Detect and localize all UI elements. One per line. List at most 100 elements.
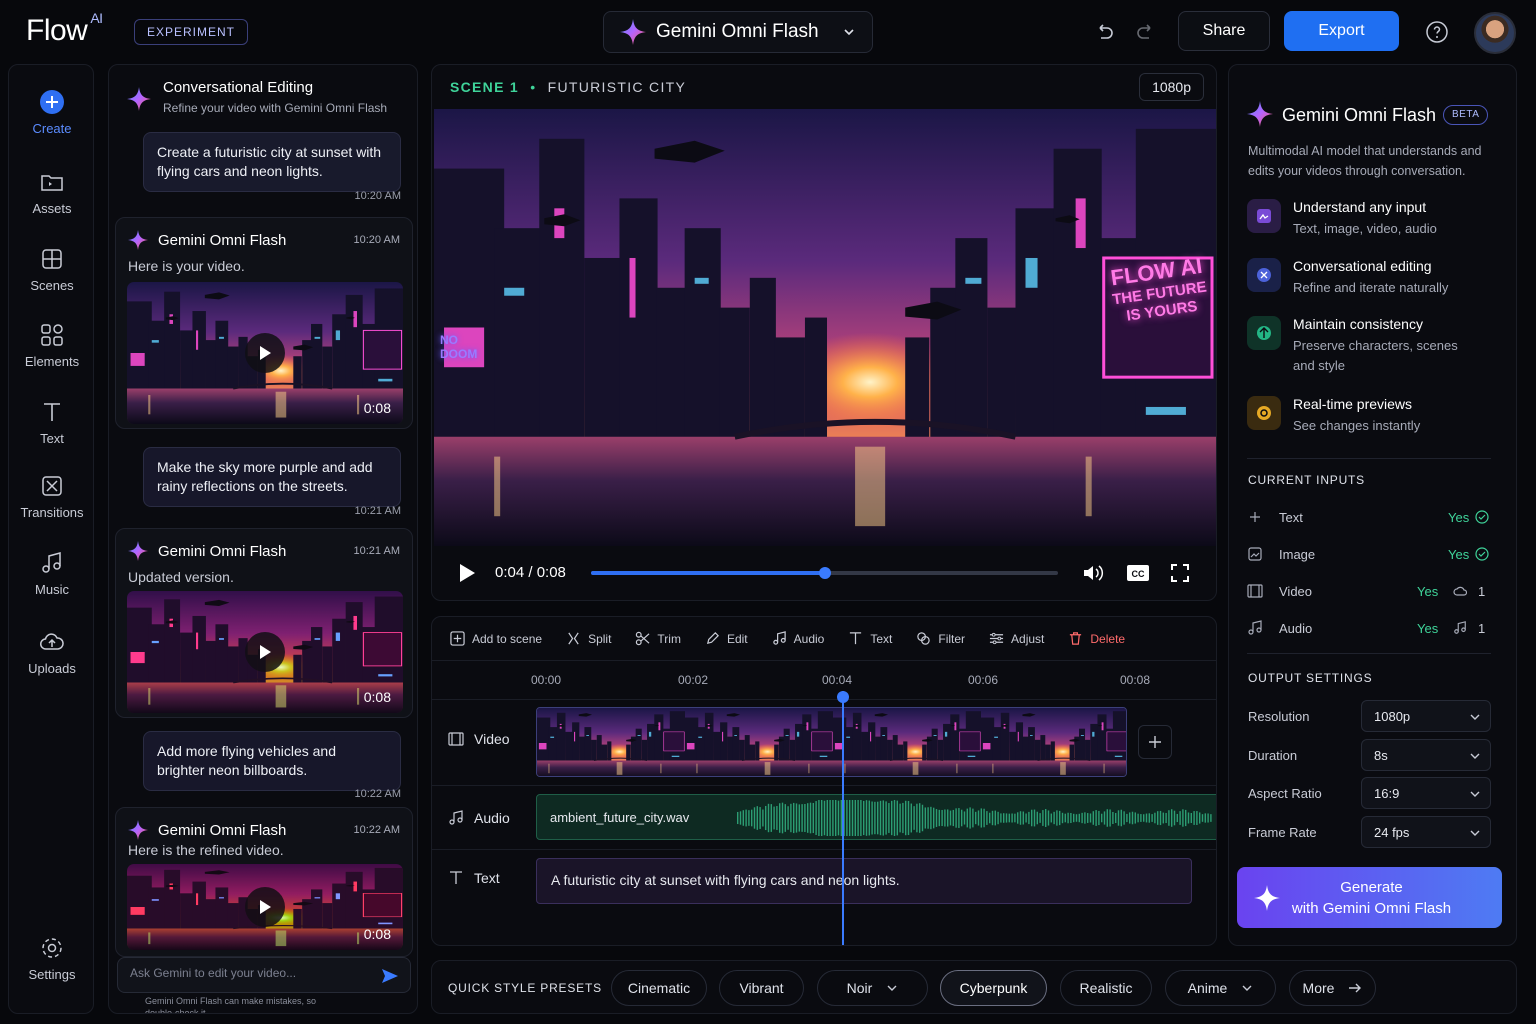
preset-vibrant[interactable]: Vibrant — [719, 970, 804, 1006]
rail-item-label: Create — [32, 121, 72, 136]
play-button[interactable] — [245, 632, 285, 672]
track-name: Video — [474, 731, 510, 747]
ruler-tick: 00:08 — [1120, 673, 1151, 687]
scissors-icon — [636, 631, 650, 646]
gemini-sparkle-icon — [1247, 101, 1273, 127]
add-to-scene-button[interactable]: Add to scene — [450, 631, 542, 646]
add-clip-button[interactable] — [1138, 725, 1172, 759]
delete-button[interactable]: Delete — [1068, 631, 1125, 646]
output-settings-title: OUTPUT SETTINGS — [1248, 671, 1373, 685]
rail-item-text[interactable]: Text — [9, 399, 95, 446]
waveform-bar — [1078, 813, 1080, 823]
export-button[interactable]: Export — [1284, 11, 1399, 51]
edit-button[interactable]: Edit — [705, 631, 748, 646]
adjust-button[interactable]: Adjust — [989, 631, 1044, 646]
play-button[interactable] — [245, 333, 285, 373]
waveform-bar — [1036, 811, 1038, 825]
waveform-bar — [1109, 809, 1111, 827]
volume-button[interactable] — [1082, 563, 1104, 583]
split-button[interactable]: Split — [566, 631, 611, 646]
frame-rate-select[interactable]: 24 fps — [1361, 816, 1491, 848]
video-thumbnail[interactable]: 0:08 — [127, 282, 403, 424]
rail-item-scenes[interactable]: Scenes — [9, 246, 95, 293]
waveform-bar — [790, 803, 792, 833]
send-button[interactable] — [380, 966, 400, 986]
waveform-bar — [1115, 812, 1117, 824]
video-thumbnail[interactable]: 0:08 — [127, 591, 403, 713]
playhead-handle[interactable] — [836, 691, 849, 703]
preset-cinematic[interactable]: Cinematic — [611, 970, 707, 1006]
waveform-bar — [835, 800, 837, 836]
preset-cyberpunk[interactable]: Cyberpunk — [940, 970, 1047, 1006]
rail-item-create[interactable]: Create — [9, 89, 95, 136]
cloud-icon — [1453, 586, 1467, 596]
progress-track[interactable] — [591, 567, 1058, 579]
waveform-bar — [1162, 812, 1164, 824]
trim-button[interactable]: Trim — [635, 631, 681, 646]
preset-anime[interactable]: Anime — [1165, 970, 1276, 1006]
waveform-bar — [947, 809, 949, 827]
waveform-bar — [804, 803, 806, 833]
captions-button[interactable]: CC — [1126, 564, 1150, 582]
fullscreen-button[interactable] — [1170, 563, 1190, 583]
style-presets-bar: QUICK STYLE PRESETS Cinematic Vibrant No… — [431, 960, 1517, 1014]
play-button[interactable] — [458, 563, 476, 583]
rail-item-assets[interactable]: Assets — [9, 169, 95, 216]
aspect-ratio-select[interactable]: 16:9 — [1361, 777, 1491, 809]
share-button[interactable]: Share — [1178, 11, 1270, 51]
rail-item-elements[interactable]: Elements — [9, 322, 95, 369]
output-row-aspect-ratio: Aspect Ratio 16:9 — [1248, 777, 1494, 809]
audio-button[interactable]: Audio — [772, 631, 825, 646]
preset-noir[interactable]: Noir — [817, 970, 928, 1006]
help-button[interactable] — [1425, 20, 1449, 44]
user-message: Add more flying vehicles and brighter ne… — [143, 731, 401, 791]
generate-button[interactable]: Generate with Gemini Omni Flash — [1237, 867, 1502, 928]
consistency-icon — [1247, 316, 1281, 350]
undo-button[interactable] — [1092, 20, 1116, 44]
audio-clip[interactable]: ambient_future_city.wav — [536, 794, 1216, 840]
video-player[interactable]: FLOW AI THE FUTURE IS YOURS NO DOOM — [434, 109, 1216, 546]
gear-icon — [39, 935, 65, 961]
thumbnail-duration: 0:08 — [363, 689, 391, 705]
input-count: 1 — [1478, 584, 1486, 599]
input-name: Text — [1279, 510, 1303, 525]
chat-input[interactable] — [130, 966, 370, 980]
filter-button[interactable]: Filter — [916, 631, 965, 646]
playhead[interactable] — [836, 691, 849, 945]
text-tool-button[interactable]: Text — [848, 631, 892, 646]
user-avatar[interactable] — [1474, 12, 1516, 54]
app-logo[interactable]: Flow AI — [26, 10, 103, 48]
trash-icon — [1070, 632, 1082, 645]
rail-item-music[interactable]: Music — [9, 550, 95, 597]
waveform-bar — [868, 800, 870, 836]
rail-item-label: Music — [35, 582, 69, 597]
text-clip[interactable]: A futuristic city at sunset with flying … — [536, 858, 1192, 904]
rail-item-transitions[interactable]: Transitions — [9, 473, 95, 520]
duration-select[interactable]: 8s — [1361, 739, 1491, 771]
waveform-bar — [1185, 809, 1187, 827]
play-button[interactable] — [245, 887, 285, 927]
model-selector[interactable]: Gemini Omni Flash — [603, 11, 873, 53]
video-thumbnail[interactable]: 0:08 — [127, 864, 403, 950]
track-label-video: Video — [448, 731, 510, 747]
video-clip[interactable] — [536, 707, 1127, 777]
tool-label: Audio — [793, 631, 825, 646]
waveform-bar — [1165, 812, 1167, 824]
redo-button[interactable] — [1134, 20, 1158, 44]
rail-item-settings[interactable]: Settings — [9, 935, 95, 982]
music-icon — [772, 631, 786, 645]
progress-handle[interactable] — [818, 567, 831, 579]
preset-realistic[interactable]: Realistic — [1060, 970, 1152, 1006]
current-inputs-title: CURRENT INPUTS — [1248, 473, 1365, 487]
resolution-select[interactable]: 1080p — [1361, 700, 1491, 732]
preset-more[interactable]: More — [1289, 970, 1376, 1006]
rail-item-uploads[interactable]: Uploads — [9, 629, 95, 676]
waveform-bar — [905, 800, 907, 836]
waveform-bar — [843, 800, 845, 836]
track-name: Text — [474, 870, 500, 886]
input-row-text: Text Yes — [1247, 507, 1493, 529]
waveform-bar — [1151, 814, 1153, 822]
feature-title: Maintain consistency — [1293, 316, 1423, 332]
waveform-bar — [1073, 813, 1075, 823]
resolution-chip[interactable]: 1080p — [1139, 73, 1204, 101]
